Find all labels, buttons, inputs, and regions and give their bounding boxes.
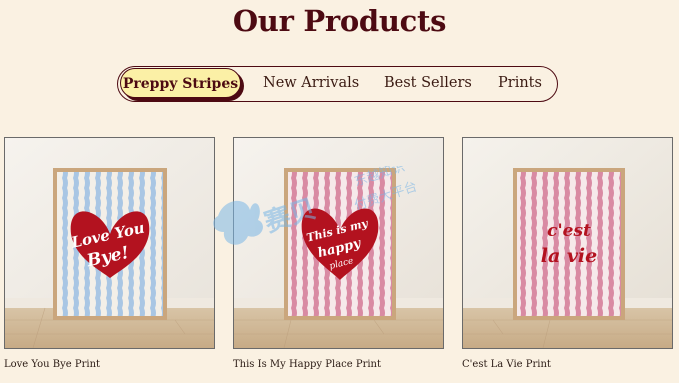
tab-best-sellers[interactable]: Best Sellers [384, 67, 472, 100]
product-name-cest-la-vie[interactable]: C'est La Vie Print [462, 359, 551, 370]
tab-prints[interactable]: Prints [498, 67, 542, 100]
product-image: Love You Bye! [5, 138, 214, 348]
product-image: This is my happy place [234, 138, 443, 348]
category-tabs: Preppy Stripes New Arrivals Best Sellers… [117, 66, 558, 102]
product-card-cest-la-vie[interactable]: c'est la vie [462, 137, 673, 349]
tab-preppy-stripes[interactable]: Preppy Stripes [120, 68, 241, 98]
page-title: Our Products [232, 4, 447, 38]
product-image: c'est la vie [463, 138, 672, 348]
art-text-line1: c'est [547, 221, 591, 241]
product-card-love-you-bye[interactable]: Love You Bye! [4, 137, 215, 349]
tab-new-arrivals[interactable]: New Arrivals [263, 67, 359, 100]
product-name-love-you-bye[interactable]: Love You Bye Print [4, 359, 100, 370]
product-card-happy-place[interactable]: This is my happy place [233, 137, 444, 349]
art-text-line2: la vie [541, 245, 598, 267]
product-name-happy-place[interactable]: This Is My Happy Place Print [233, 359, 381, 370]
